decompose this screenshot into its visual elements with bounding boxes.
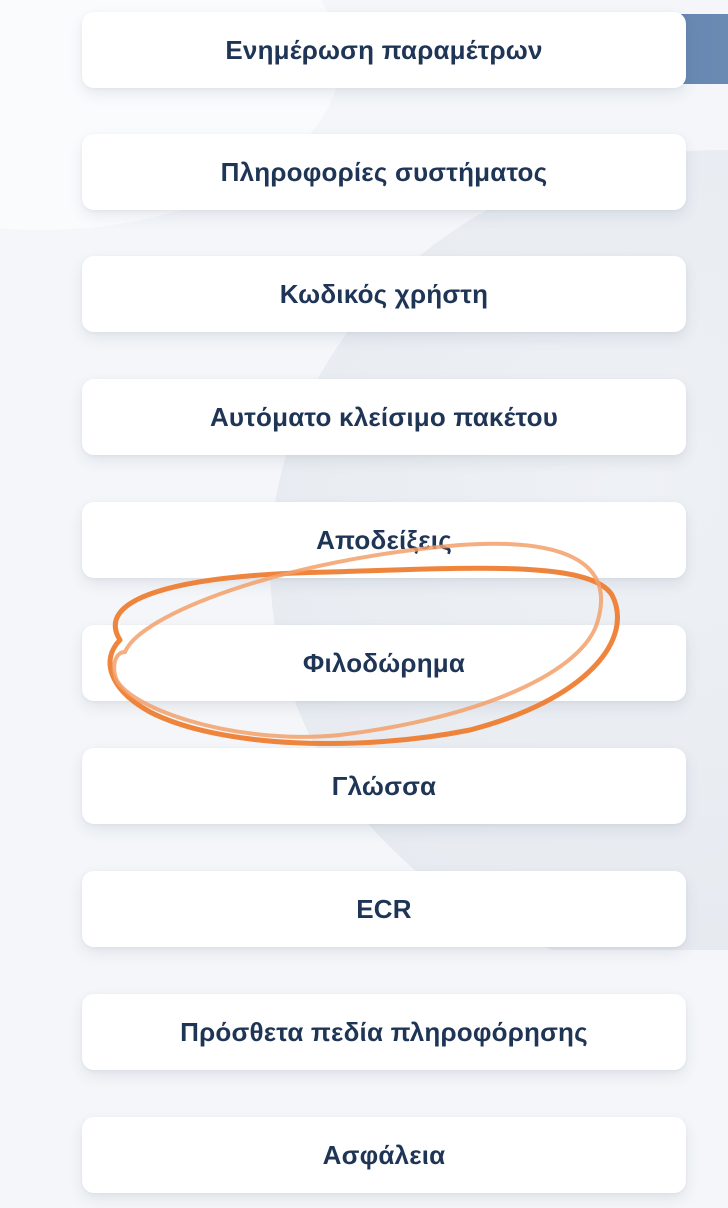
menu-item-security[interactable]: Ασφάλεια [82,1117,686,1193]
menu-item-label: ECR [356,893,412,924]
menu-item-label: Κωδικός χρήστη [279,278,489,309]
menu-item-label: Αποδείξεις [316,524,452,555]
menu-item-user-code[interactable]: Κωδικός χρήστη [82,256,686,332]
menu-item-label: Αυτόματο κλείσιμο πακέτου [209,401,559,432]
menu-item-label: Πληροφορίες συστήματος [220,156,548,187]
menu-item-language[interactable]: Γλώσσα [82,748,686,824]
menu-item-extra-info-fields[interactable]: Πρόσθετα πεδία πληροφόρησης [82,994,686,1070]
menu-item-label: Πρόσθετα πεδία πληροφόρησης [180,1016,588,1047]
menu-item-parameter-update[interactable]: Ενημέρωση παραμέτρων [82,12,686,88]
menu-item-system-info[interactable]: Πληροφορίες συστήματος [82,134,686,210]
menu-item-ecr[interactable]: ECR [82,871,686,947]
menu-item-label: Γλώσσα [331,770,437,801]
menu-item-receipts[interactable]: Αποδείξεις [82,502,686,578]
menu-item-label: Ενημέρωση παραμέτρων [225,34,543,65]
settings-menu-list: Ενημέρωση παραμέτρων Πληροφορίες συστήμα… [0,0,728,1208]
menu-item-label: Ασφάλεια [322,1139,446,1170]
menu-item-label: Φιλοδώρημα [302,647,466,678]
menu-item-tip[interactable]: Φιλοδώρημα [82,625,686,701]
menu-item-auto-batch-close[interactable]: Αυτόματο κλείσιμο πακέτου [82,379,686,455]
